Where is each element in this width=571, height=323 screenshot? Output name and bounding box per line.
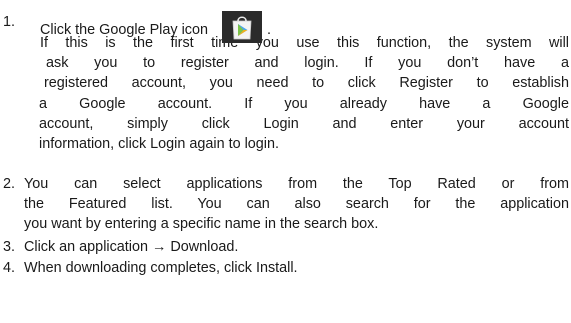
step-line: You can select applications from the Top… bbox=[24, 176, 569, 192]
step-number: 3. bbox=[3, 239, 16, 255]
step-text: Click an application → Download. bbox=[24, 237, 569, 257]
step-number: 4. bbox=[3, 260, 16, 276]
step-line: registered account, you need to click Re… bbox=[44, 75, 569, 92]
step-text: You can select applications from the Top… bbox=[24, 174, 569, 235]
step-line: the Featured list. You can also search f… bbox=[24, 196, 569, 213]
step-line: account, simply click Login and enter yo… bbox=[39, 115, 569, 132]
step-text: Click the Google Play icon . If this is … bbox=[39, 3, 569, 154]
step-line: Click the Google Play icon . bbox=[40, 3, 569, 43]
step-line: a Google account. If you already have a … bbox=[39, 95, 569, 112]
step-number: 1. bbox=[3, 14, 16, 30]
step-1: 1. Click the Google Play icon . If this … bbox=[3, 3, 569, 154]
step-line: When downloading completes, click Instal… bbox=[24, 260, 298, 276]
instruction-document: 1. Click the Google Play icon . If this … bbox=[0, 0, 571, 323]
step-line: ask you to register and login. If you do… bbox=[46, 55, 569, 72]
step-line: information, click Login again to login. bbox=[39, 136, 279, 153]
step-line: Click an application → Download. bbox=[24, 239, 239, 255]
step-line: you want by entering a specific name in … bbox=[24, 216, 379, 233]
step-2: 2. You can select applications from the … bbox=[3, 174, 569, 235]
google-play-icon bbox=[221, 11, 262, 43]
step-line: If this is the first time you use this f… bbox=[40, 35, 569, 51]
step-3: 3. Click an application → Download. bbox=[3, 237, 569, 257]
step-4: 4. When downloading completes, click Ins… bbox=[3, 258, 569, 278]
step-number: 2. bbox=[3, 176, 16, 192]
step-text: When downloading completes, click Instal… bbox=[24, 258, 569, 278]
